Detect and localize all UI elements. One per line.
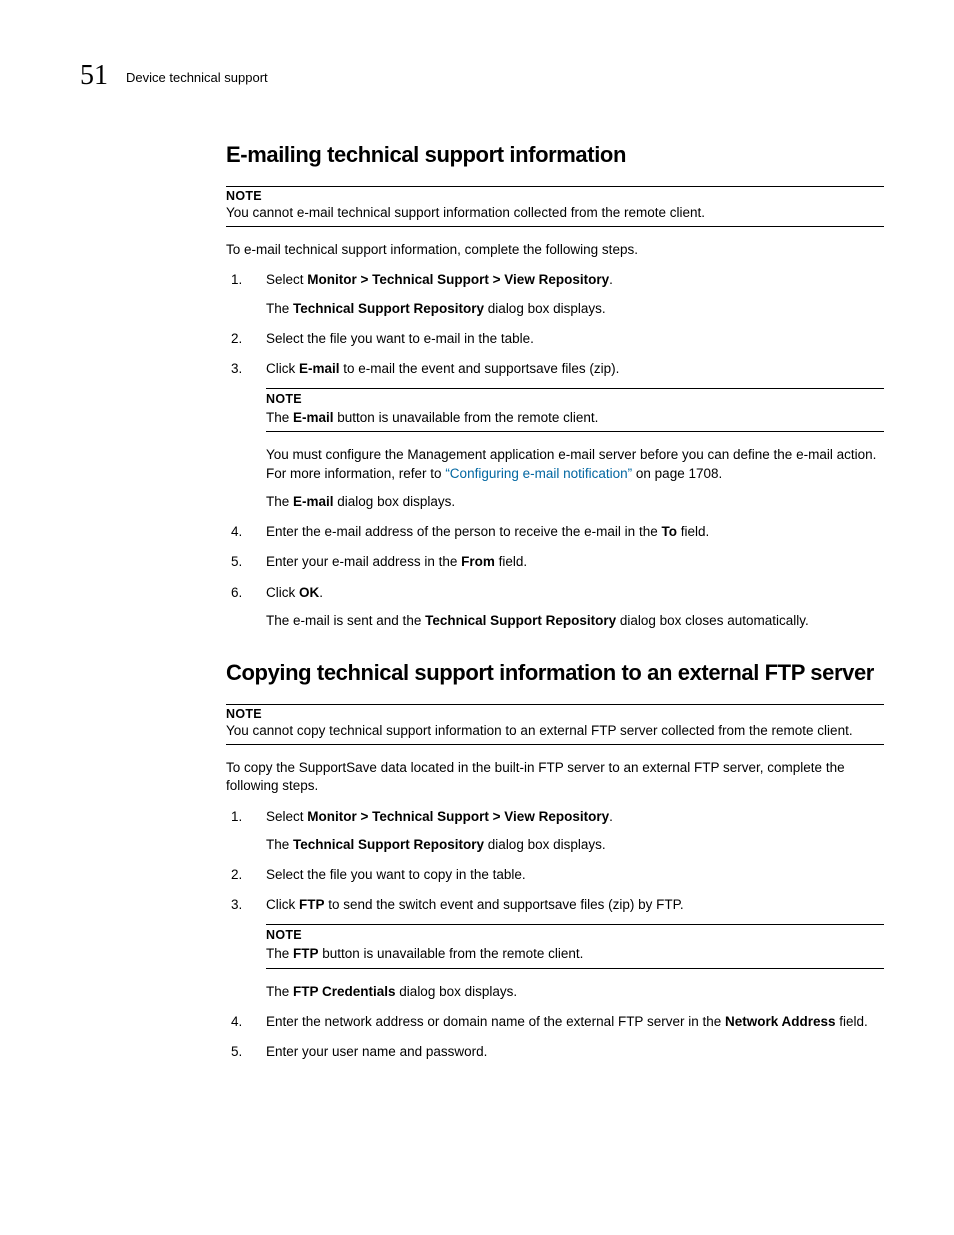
text: . <box>319 585 323 600</box>
field-name: From <box>461 554 495 569</box>
dialog-name: Technical Support Repository <box>293 301 484 316</box>
button-name: FTP <box>293 946 319 961</box>
step-5: Enter your user name and password. <box>226 1043 884 1061</box>
button-name: FTP <box>299 897 325 912</box>
step-6-sub: The e-mail is sent and the Technical Sup… <box>266 612 884 630</box>
step-1-sub: The Technical Support Repository dialog … <box>266 300 884 318</box>
text: Enter your e-mail address in the <box>266 554 461 569</box>
field-name: Network Address <box>725 1014 836 1029</box>
note-text: You cannot copy technical support inform… <box>226 723 853 738</box>
step-1: Select Monitor > Technical Support > Vie… <box>226 808 884 854</box>
text: Click <box>266 361 299 376</box>
text: The <box>266 984 293 999</box>
text: on page 1708. <box>632 466 722 481</box>
note-label: NOTE <box>226 707 884 721</box>
field-name: To <box>661 524 677 539</box>
dialog-name: Technical Support Repository <box>293 837 484 852</box>
text: The <box>266 410 293 425</box>
note-ftp-button: NOTE The FTP button is unavailable from … <box>266 924 884 968</box>
dialog-name: FTP Credentials <box>293 984 396 999</box>
dialog-name: E-mail <box>293 494 334 509</box>
text: to send the switch event and supportsave… <box>325 897 684 912</box>
note-email-button: NOTE The E-mail button is unavailable fr… <box>266 388 884 432</box>
text: . <box>609 272 613 287</box>
xref-configuring-email[interactable]: “Configuring e-mail notification” <box>445 466 632 481</box>
text: Click <box>266 897 299 912</box>
text: button is unavailable from the remote cl… <box>319 946 584 961</box>
button-name: OK <box>299 585 319 600</box>
text: Enter the e-mail address of the person t… <box>266 524 661 539</box>
running-title: Device technical support <box>126 70 268 85</box>
step-1: Select Monitor > Technical Support > Vie… <box>226 271 884 317</box>
step-3-para: You must configure the Management applic… <box>266 446 884 482</box>
steps-ftp: Select Monitor > Technical Support > Vie… <box>226 808 884 1062</box>
heading-ftp: Copying technical support information to… <box>226 660 884 686</box>
step-3-sub2: The E-mail dialog box displays. <box>266 493 884 511</box>
page-header: 51 Device technical support <box>80 60 884 92</box>
text: field. <box>495 554 527 569</box>
step-6: Click OK. The e-mail is sent and the Tec… <box>226 584 884 630</box>
text: dialog box closes automatically. <box>616 613 809 628</box>
heading-emailing: E-mailing technical support information <box>226 142 884 168</box>
text: dialog box displays. <box>396 984 518 999</box>
text: to e-mail the event and supportsave file… <box>340 361 620 376</box>
step-1-sub: The Technical Support Repository dialog … <box>266 836 884 854</box>
text: The <box>266 494 293 509</box>
step-3-sub2: The FTP Credentials dialog box displays. <box>266 983 884 1001</box>
step-3: Click E-mail to e-mail the event and sup… <box>226 360 884 511</box>
note-label: NOTE <box>266 927 884 944</box>
step-3: Click FTP to send the switch event and s… <box>226 896 884 1001</box>
text: Select <box>266 809 307 824</box>
text: The e-mail is sent and the <box>266 613 425 628</box>
text: field. <box>677 524 709 539</box>
note-text: The FTP button is unavailable from the r… <box>266 946 583 961</box>
note-text: You cannot e-mail technical support info… <box>226 205 705 220</box>
step-4: Enter the e-mail address of the person t… <box>226 523 884 541</box>
step-2: Select the file you want to e-mail in th… <box>226 330 884 348</box>
text: dialog box displays. <box>484 301 606 316</box>
text: . <box>609 809 613 824</box>
menu-path: Monitor > Technical Support > View Repos… <box>307 272 609 287</box>
text: The <box>266 946 293 961</box>
chapter-number: 51 <box>80 60 108 92</box>
text: Click <box>266 585 299 600</box>
button-name: E-mail <box>293 410 334 425</box>
page: 51 Device technical support E-mailing te… <box>0 0 954 1151</box>
text: dialog box displays. <box>334 494 456 509</box>
note-label: NOTE <box>266 391 884 408</box>
text: button is unavailable from the remote cl… <box>334 410 599 425</box>
step-2: Select the file you want to copy in the … <box>226 866 884 884</box>
text: Select <box>266 272 307 287</box>
text: The <box>266 301 293 316</box>
note-text: The E-mail button is unavailable from th… <box>266 410 598 425</box>
note-label: NOTE <box>226 189 884 203</box>
intro-email: To e-mail technical support information,… <box>226 241 884 259</box>
button-name: E-mail <box>299 361 340 376</box>
intro-ftp: To copy the SupportSave data located in … <box>226 759 884 795</box>
steps-email: Select Monitor > Technical Support > Vie… <box>226 271 884 630</box>
text: Enter the network address or domain name… <box>266 1014 725 1029</box>
note-email-top: NOTE You cannot e-mail technical support… <box>226 186 884 227</box>
content-area: E-mailing technical support information … <box>226 142 884 1061</box>
menu-path: Monitor > Technical Support > View Repos… <box>307 809 609 824</box>
step-4: Enter the network address or domain name… <box>226 1013 884 1031</box>
dialog-name: Technical Support Repository <box>425 613 616 628</box>
text: field. <box>836 1014 868 1029</box>
note-ftp-top: NOTE You cannot copy technical support i… <box>226 704 884 745</box>
step-5: Enter your e-mail address in the From fi… <box>226 553 884 571</box>
text: dialog box displays. <box>484 837 606 852</box>
text: The <box>266 837 293 852</box>
